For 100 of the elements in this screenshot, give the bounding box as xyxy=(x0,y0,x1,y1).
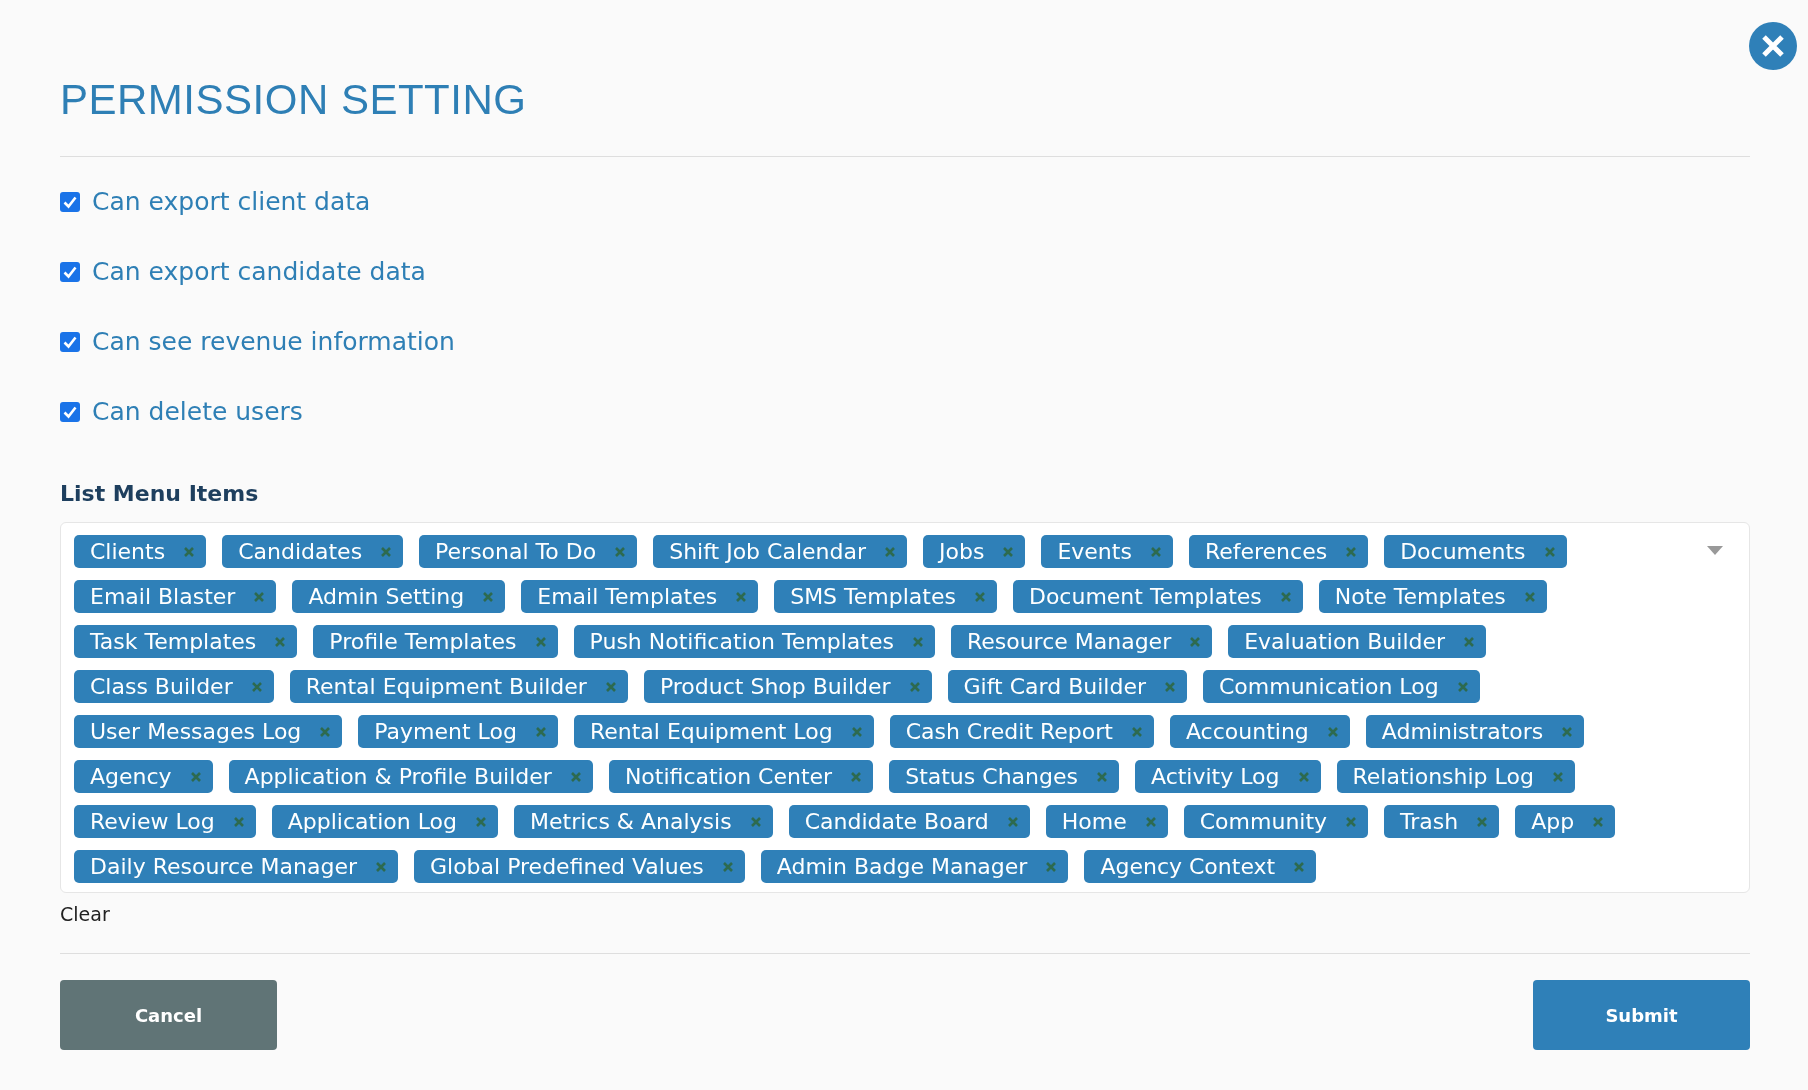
tag-label: Review Log xyxy=(90,808,215,836)
remove-icon[interactable] xyxy=(1593,816,1604,827)
remove-icon[interactable] xyxy=(190,771,201,782)
remove-icon[interactable] xyxy=(535,726,546,737)
remove-icon[interactable] xyxy=(1562,726,1573,737)
field-label: List Menu Items xyxy=(60,480,259,508)
tag-label: Rental Equipment Builder xyxy=(305,673,587,701)
remove-icon[interactable] xyxy=(233,816,244,827)
checkbox-label: Can export client data xyxy=(92,187,371,217)
checkbox[interactable] xyxy=(60,192,80,212)
remove-icon[interactable] xyxy=(1096,771,1107,782)
tag-label: Jobs xyxy=(939,538,985,566)
remove-icon[interactable] xyxy=(885,546,895,557)
tag-label: Cash Credit Report xyxy=(905,718,1113,746)
remove-icon[interactable] xyxy=(1346,816,1357,827)
tag-label: Candidates xyxy=(238,538,363,566)
tag-label: Relationship Log xyxy=(1352,763,1534,791)
remove-icon[interactable] xyxy=(615,546,626,557)
remove-icon[interactable] xyxy=(184,546,195,557)
remove-icon[interactable] xyxy=(570,771,581,782)
tag-label: Trash xyxy=(1400,808,1459,836)
remove-icon[interactable] xyxy=(376,861,386,872)
remove-icon[interactable] xyxy=(1003,546,1014,557)
checkbox[interactable] xyxy=(60,332,80,352)
remove-icon[interactable] xyxy=(1524,591,1535,602)
remove-icon[interactable] xyxy=(722,861,733,872)
remove-icon[interactable] xyxy=(1544,546,1555,557)
tag-label: Events xyxy=(1057,538,1132,566)
remove-icon[interactable] xyxy=(736,591,747,602)
tag-label: Task Templates xyxy=(90,628,257,656)
tag-label: Community xyxy=(1199,808,1328,836)
tag-label: Daily Resource Manager xyxy=(90,853,357,881)
tag-label: Payment Log xyxy=(374,718,517,746)
tag-label: Gift Card Builder xyxy=(963,673,1146,701)
remove-icon[interactable] xyxy=(251,681,262,692)
remove-icon[interactable] xyxy=(909,681,920,692)
tag-label: Note Templates xyxy=(1334,583,1506,611)
tag-label: Evaluation Builder xyxy=(1244,628,1446,656)
clear-link[interactable]: Clear xyxy=(60,903,110,925)
tag-label: Administrators xyxy=(1381,718,1544,746)
tag-label: Notification Center xyxy=(624,763,833,791)
tag-label: Admin Setting xyxy=(308,583,465,611)
caret-icon[interactable] xyxy=(1707,546,1723,555)
tag-label: Push Notification Templates xyxy=(589,628,894,656)
remove-icon[interactable] xyxy=(912,636,923,647)
tag-label: Agency Context xyxy=(1100,853,1276,881)
tag-label: Metrics & Analysis xyxy=(530,808,732,836)
tag-label: Rental Equipment Log xyxy=(589,718,833,746)
tag-label: SMS Templates xyxy=(790,583,956,611)
remove-icon[interactable] xyxy=(1190,636,1201,647)
remove-icon[interactable] xyxy=(851,726,862,737)
remove-icon[interactable] xyxy=(1464,636,1475,647)
checkbox-label: Can see revenue information xyxy=(92,327,455,357)
tag-label: Email Blaster xyxy=(90,583,236,611)
checkbox-label: Can delete users xyxy=(92,397,303,427)
tag-label: Product Shop Builder xyxy=(659,673,891,701)
tag-label: Global Predefined Values xyxy=(430,853,704,881)
tag-label: User Messages Log xyxy=(90,718,302,746)
remove-icon[interactable] xyxy=(320,726,331,737)
remove-icon[interactable] xyxy=(1164,681,1175,692)
checkbox[interactable] xyxy=(60,402,80,422)
remove-icon[interactable] xyxy=(1477,816,1488,827)
tag-label: Home xyxy=(1061,808,1127,836)
close-icon[interactable] xyxy=(1749,22,1797,70)
remove-icon[interactable] xyxy=(275,636,286,647)
remove-icon[interactable] xyxy=(851,771,862,782)
checkbox[interactable] xyxy=(60,262,80,282)
checkbox-label: Can export candidate data xyxy=(92,257,426,287)
submit-button[interactable]: Submit xyxy=(1533,980,1750,1050)
tag-label: Shift Job Calendar xyxy=(669,538,866,566)
remove-icon[interactable] xyxy=(483,591,494,602)
remove-icon[interactable] xyxy=(535,636,546,647)
remove-icon[interactable] xyxy=(1346,546,1357,557)
remove-icon[interactable] xyxy=(1294,861,1305,872)
tag-label: App xyxy=(1531,808,1575,836)
tag-label: Candidate Board xyxy=(804,808,989,836)
remove-icon[interactable] xyxy=(1007,816,1018,827)
tag-label: Admin Badge Manager xyxy=(776,853,1028,881)
remove-icon[interactable] xyxy=(1150,546,1161,557)
remove-icon[interactable] xyxy=(1552,771,1563,782)
remove-icon[interactable] xyxy=(1280,591,1291,602)
remove-icon[interactable] xyxy=(1298,771,1309,782)
remove-icon[interactable] xyxy=(974,591,985,602)
remove-icon[interactable] xyxy=(1131,726,1142,737)
remove-icon[interactable] xyxy=(605,681,616,692)
cancel-button[interactable]: Cancel xyxy=(60,980,277,1050)
remove-icon[interactable] xyxy=(476,816,486,827)
remove-icon[interactable] xyxy=(1046,861,1057,872)
tag-label: Status Changes xyxy=(905,763,1078,791)
tag-label: References xyxy=(1204,538,1328,566)
remove-icon[interactable] xyxy=(1327,726,1338,737)
remove-icon[interactable] xyxy=(1145,816,1156,827)
remove-icon[interactable] xyxy=(750,816,761,827)
remove-icon[interactable] xyxy=(381,546,392,557)
tag-label: Profile Templates xyxy=(329,628,517,656)
tag-label: Accounting xyxy=(1185,718,1309,746)
tag-label: Class Builder xyxy=(90,673,233,701)
remove-icon[interactable] xyxy=(1457,681,1468,692)
remove-icon[interactable] xyxy=(254,591,265,602)
multiselect-field[interactable] xyxy=(60,522,1750,893)
